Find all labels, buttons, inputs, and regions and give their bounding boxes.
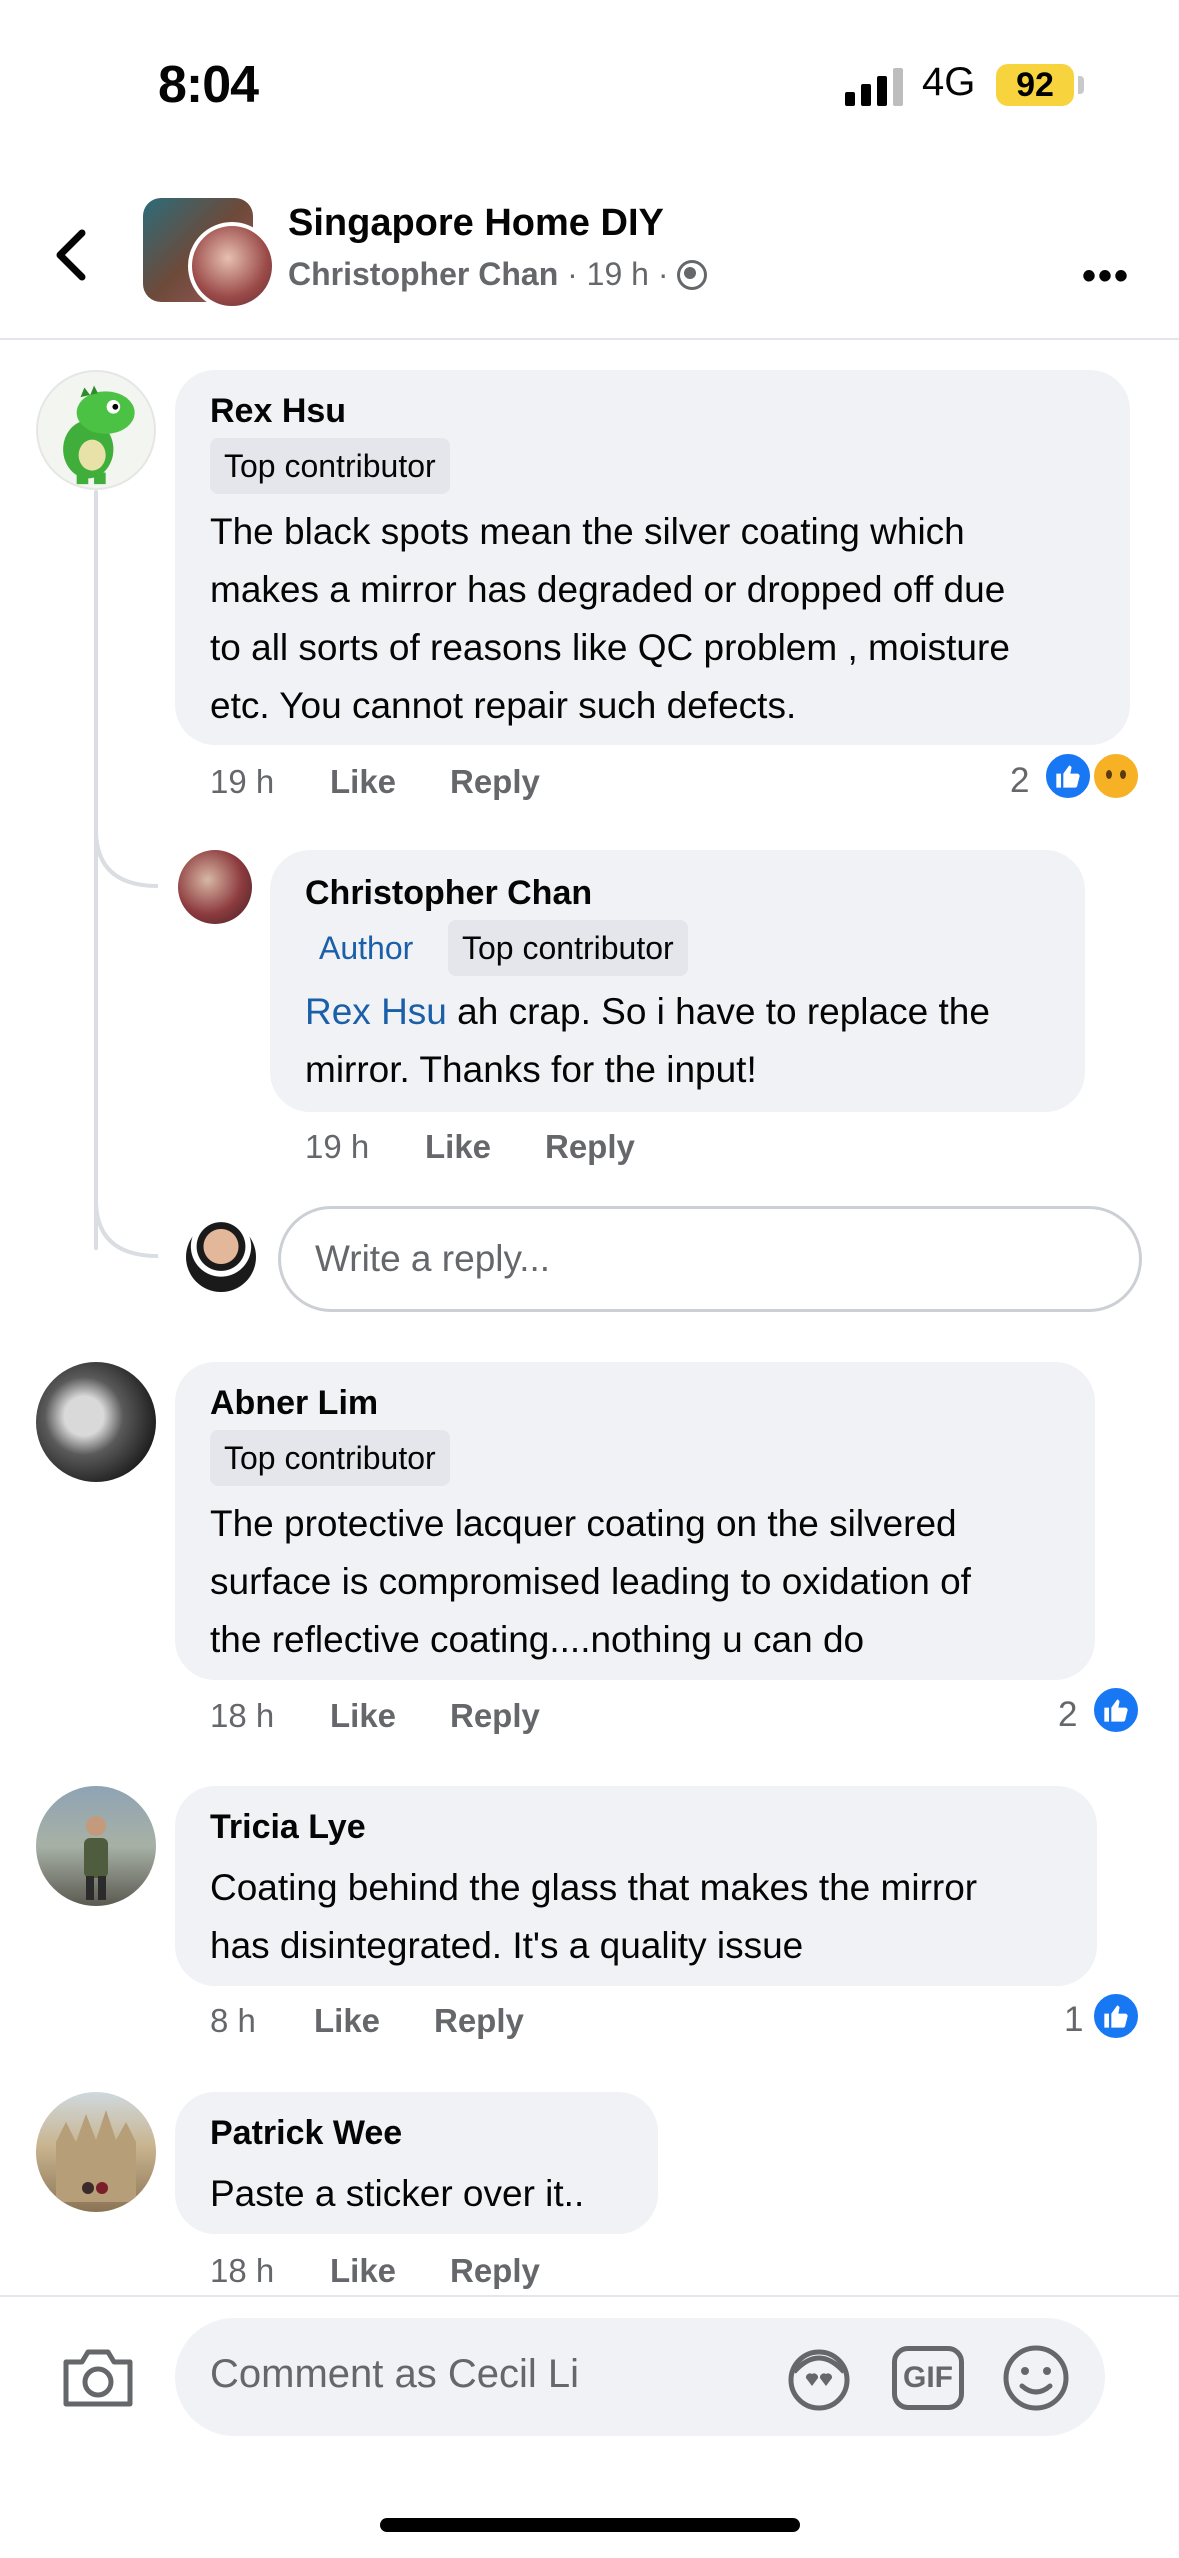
avatar[interactable] xyxy=(178,850,252,924)
sad-icon xyxy=(1090,750,1142,802)
home-indicator xyxy=(380,2518,800,2532)
header-divider xyxy=(0,338,1179,340)
comment-input-placeholder: Comment as Cecil Li xyxy=(210,2352,580,2396)
comment-time: 18 h xyxy=(210,2252,275,2289)
like-button[interactable]: Like xyxy=(330,2252,396,2290)
camera-icon[interactable] xyxy=(60,2344,136,2410)
cathedral-photo-image xyxy=(56,2110,136,2202)
dinosaur-avatar-image xyxy=(63,385,135,485)
like-button[interactable]: Like xyxy=(425,1128,491,1166)
reaction-count[interactable]: 2 xyxy=(1010,761,1029,801)
like-icon xyxy=(1042,750,1094,802)
avatar[interactable] xyxy=(36,1362,156,1482)
thread-branch xyxy=(94,830,159,888)
reply-button[interactable]: Reply xyxy=(450,2252,540,2290)
commenter-name[interactable]: Abner Lim xyxy=(210,1384,378,1423)
comment-text: The protective lacquer coating on the si… xyxy=(210,1503,971,1660)
signal-icon xyxy=(845,68,905,106)
thread-branch xyxy=(94,1200,159,1258)
back-arrow-icon[interactable] xyxy=(48,225,94,285)
comment-text: The black spots mean the silver coating … xyxy=(210,511,1010,726)
reply-button[interactable]: Reply xyxy=(434,2002,524,2040)
comment-text: Coating behind the glass that makes the … xyxy=(210,1867,978,1966)
post-author[interactable]: Christopher Chan xyxy=(288,256,558,292)
like-icon xyxy=(1090,1990,1142,2042)
network-label: 4G xyxy=(922,60,976,104)
comment-text: Paste a sticker over it.. xyxy=(210,2173,585,2214)
like-button[interactable]: Like xyxy=(330,763,396,801)
mention-link[interactable]: Rex Hsu xyxy=(305,991,447,1032)
commenter-name[interactable]: Tricia Lye xyxy=(210,1808,366,1847)
like-button[interactable]: Like xyxy=(330,1697,396,1735)
post-subtitle: Christopher Chan · 19 h · xyxy=(288,256,708,293)
more-options-icon[interactable]: ••• xyxy=(1082,254,1130,299)
current-user-avatar xyxy=(186,1222,256,1292)
battery-tip xyxy=(1078,76,1084,94)
comment-time: 8 h xyxy=(210,2002,256,2039)
reaction-count[interactable]: 2 xyxy=(1058,1695,1077,1735)
group-name[interactable]: Singapore Home DIY xyxy=(288,202,664,245)
reply-input[interactable]: Write a reply... xyxy=(278,1206,1142,1312)
like-icon xyxy=(1090,1684,1142,1736)
reaction-count[interactable]: 1 xyxy=(1064,2000,1083,2040)
status-time: 8:04 xyxy=(158,56,259,114)
gif-button[interactable]: GIF xyxy=(892,2346,964,2410)
reply-button[interactable]: Reply xyxy=(450,763,540,801)
top-contributor-badge: Top contributor xyxy=(448,920,688,976)
avatar[interactable] xyxy=(36,370,156,490)
comment-time: 19 h xyxy=(210,763,275,800)
comment-time: 19 h xyxy=(305,1128,370,1165)
commenter-name[interactable]: Rex Hsu xyxy=(210,392,346,431)
post-time: 19 h xyxy=(586,256,649,292)
avatar[interactable] xyxy=(36,1786,156,1906)
top-contributor-badge: Top contributor xyxy=(210,1430,450,1486)
author-avatar xyxy=(188,222,276,310)
avatar[interactable] xyxy=(36,2092,156,2212)
comment-text: Rex Hsu ah crap. So i have to replace th… xyxy=(305,991,990,1090)
commenter-name[interactable]: Christopher Chan xyxy=(305,874,592,913)
commenter-name[interactable]: Patrick Wee xyxy=(210,2114,402,2153)
comment-time: 18 h xyxy=(210,1697,275,1734)
avatar-sticker-icon[interactable] xyxy=(782,2342,856,2414)
author-badge: Author xyxy=(319,930,414,966)
top-contributor-badge: Top contributor xyxy=(210,438,450,494)
like-button[interactable]: Like xyxy=(314,2002,380,2040)
person-photo-image xyxy=(84,1816,108,1900)
globe-icon xyxy=(677,260,708,290)
battery-icon: 92 xyxy=(996,64,1074,106)
emoji-icon[interactable] xyxy=(1000,2342,1072,2414)
reply-button[interactable]: Reply xyxy=(450,1697,540,1735)
reply-button[interactable]: Reply xyxy=(545,1128,635,1166)
